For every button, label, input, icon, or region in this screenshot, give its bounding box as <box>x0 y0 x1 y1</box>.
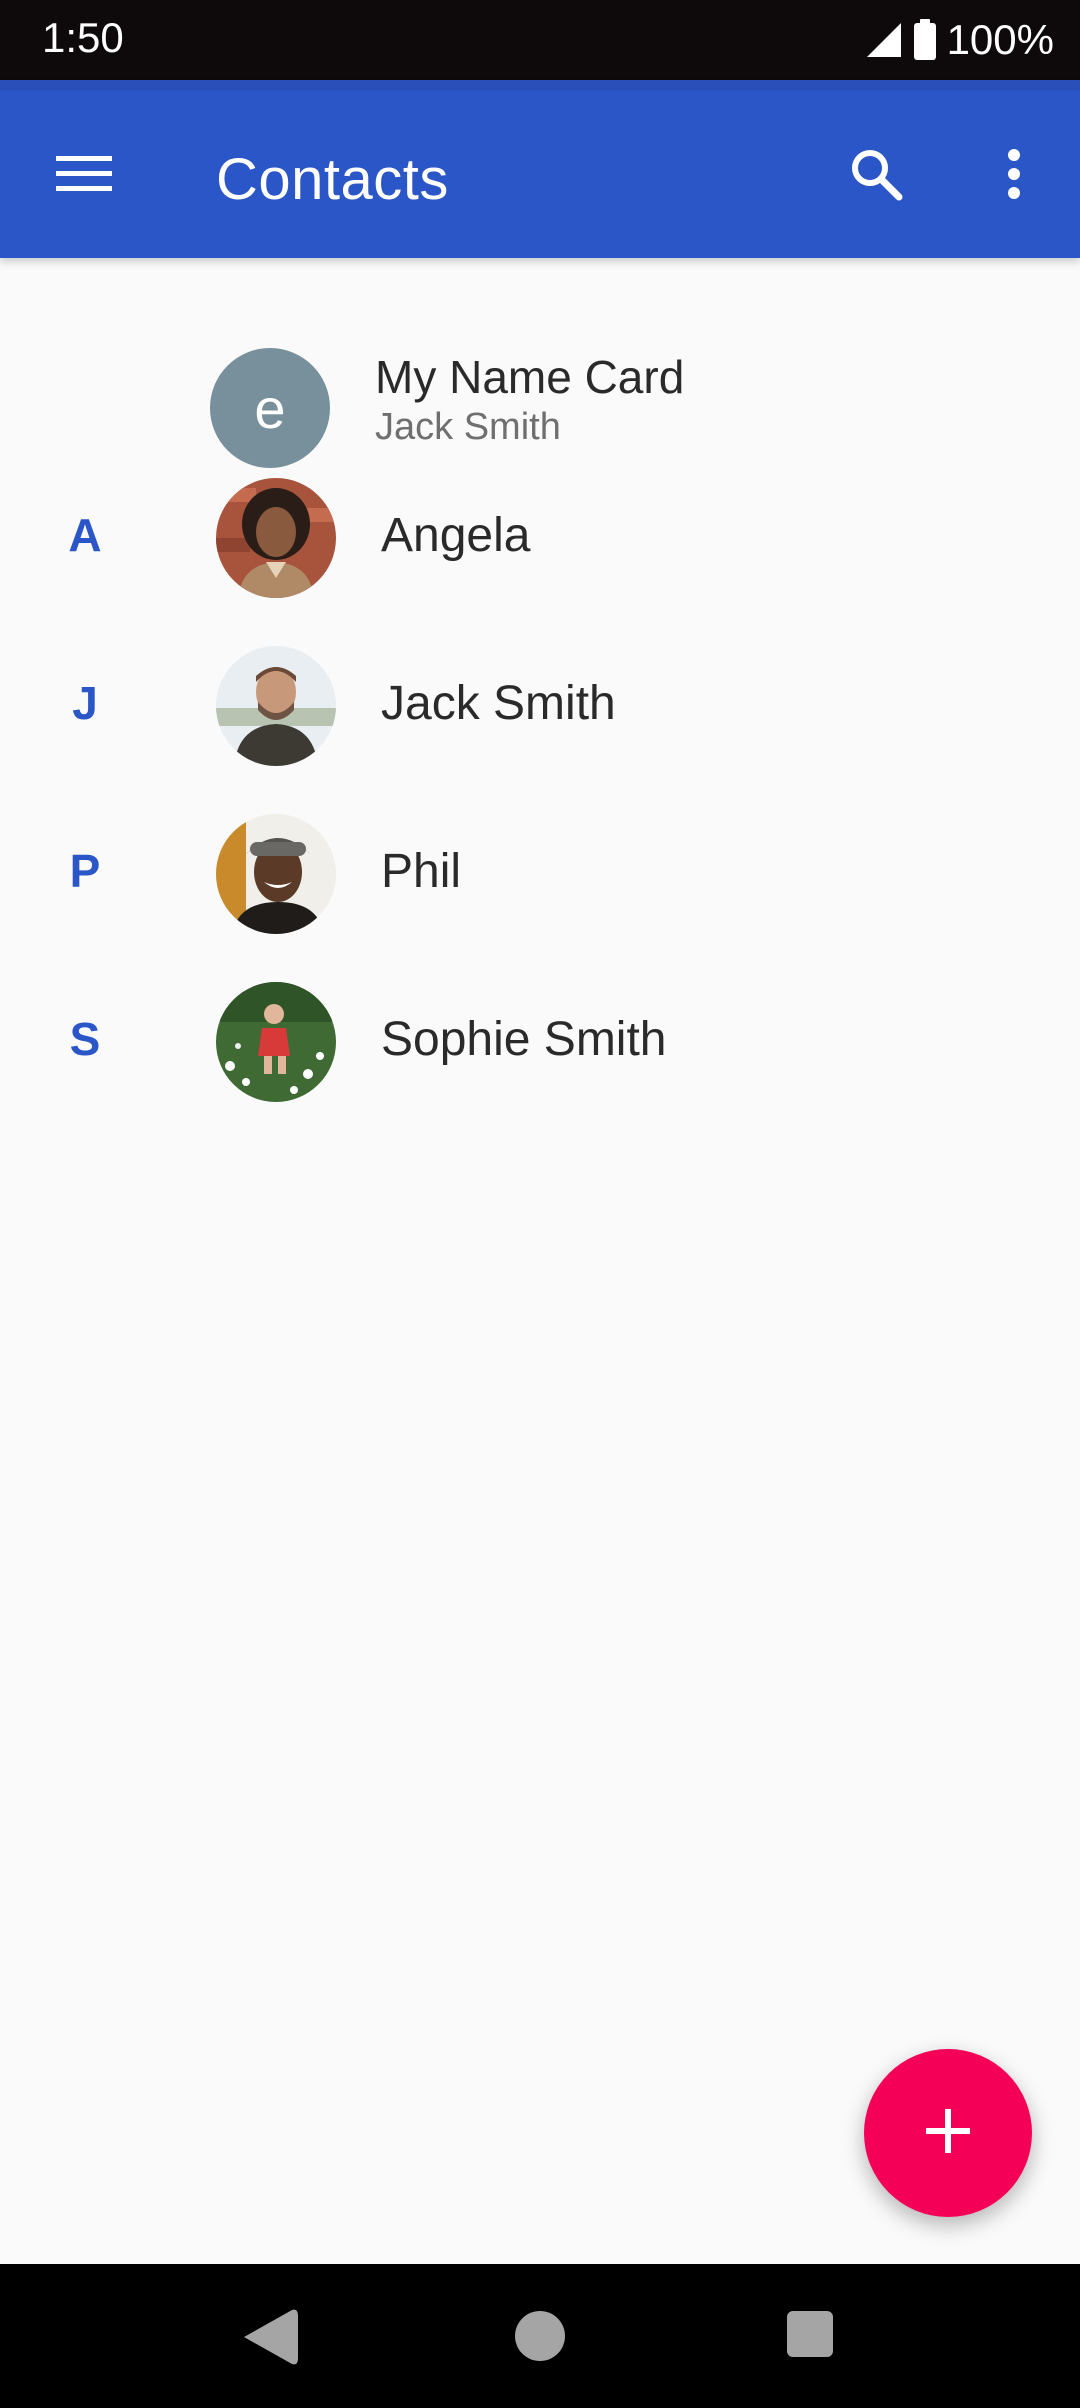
status-icons: 100% <box>865 10 1054 70</box>
name-card-subtitle: Jack Smith <box>375 406 561 448</box>
name-card-avatar: e <box>210 348 330 468</box>
section-letter-s: S <box>69 1013 101 1065</box>
section-letter-j: J <box>72 677 98 729</box>
avatar-sophie-smith <box>216 982 336 1102</box>
add-contact-button[interactable] <box>864 2049 1032 2217</box>
contact-list: e My Name Card Jack Smith A Angela J Jac… <box>0 258 1080 2264</box>
app-bar: Contacts <box>0 80 1080 258</box>
my-name-card[interactable]: e My Name Card Jack Smith <box>0 298 1080 468</box>
menu-button[interactable] <box>24 124 144 228</box>
status-bar: 1:50 100% <box>0 0 1080 80</box>
more-vert-icon <box>1006 148 1022 205</box>
contact-name: Angela <box>381 509 531 562</box>
contact-name: Jack Smith <box>381 677 616 730</box>
recents-icon[interactable] <box>786 2310 834 2358</box>
search-button[interactable] <box>824 124 928 228</box>
section-letter-a: A <box>68 509 102 561</box>
avatar-jack-smith <box>216 646 336 766</box>
back-icon[interactable] <box>236 2306 306 2368</box>
battery-percent: 100% <box>946 16 1054 63</box>
contact-name: Phil <box>381 845 462 898</box>
contact-name: Sophie Smith <box>381 1013 667 1066</box>
status-time: 1:50 <box>42 14 124 61</box>
system-nav-bar <box>0 2264 1080 2408</box>
menu-icon <box>56 154 112 199</box>
contact-row-angela[interactable]: A Angela <box>0 454 1080 622</box>
contact-row-phil[interactable]: P Phil <box>0 790 1080 958</box>
avatar-phil <box>216 814 336 934</box>
search-icon <box>848 146 904 207</box>
page-title: Contacts <box>216 147 449 212</box>
avatar-angela <box>216 478 336 598</box>
add-icon <box>924 2107 972 2160</box>
battery-icon <box>913 19 937 61</box>
more-options-button[interactable] <box>962 124 1066 228</box>
name-card-title: My Name Card <box>375 351 685 403</box>
home-icon[interactable] <box>514 2310 566 2362</box>
contact-row-jack-smith[interactable]: J Jack Smith <box>0 622 1080 790</box>
section-letter-p: P <box>69 845 101 897</box>
name-card-avatar-letter: e <box>254 376 286 440</box>
contact-row-sophie-smith[interactable]: S Sophie Smith <box>0 958 1080 1126</box>
signal-icon <box>865 21 903 59</box>
